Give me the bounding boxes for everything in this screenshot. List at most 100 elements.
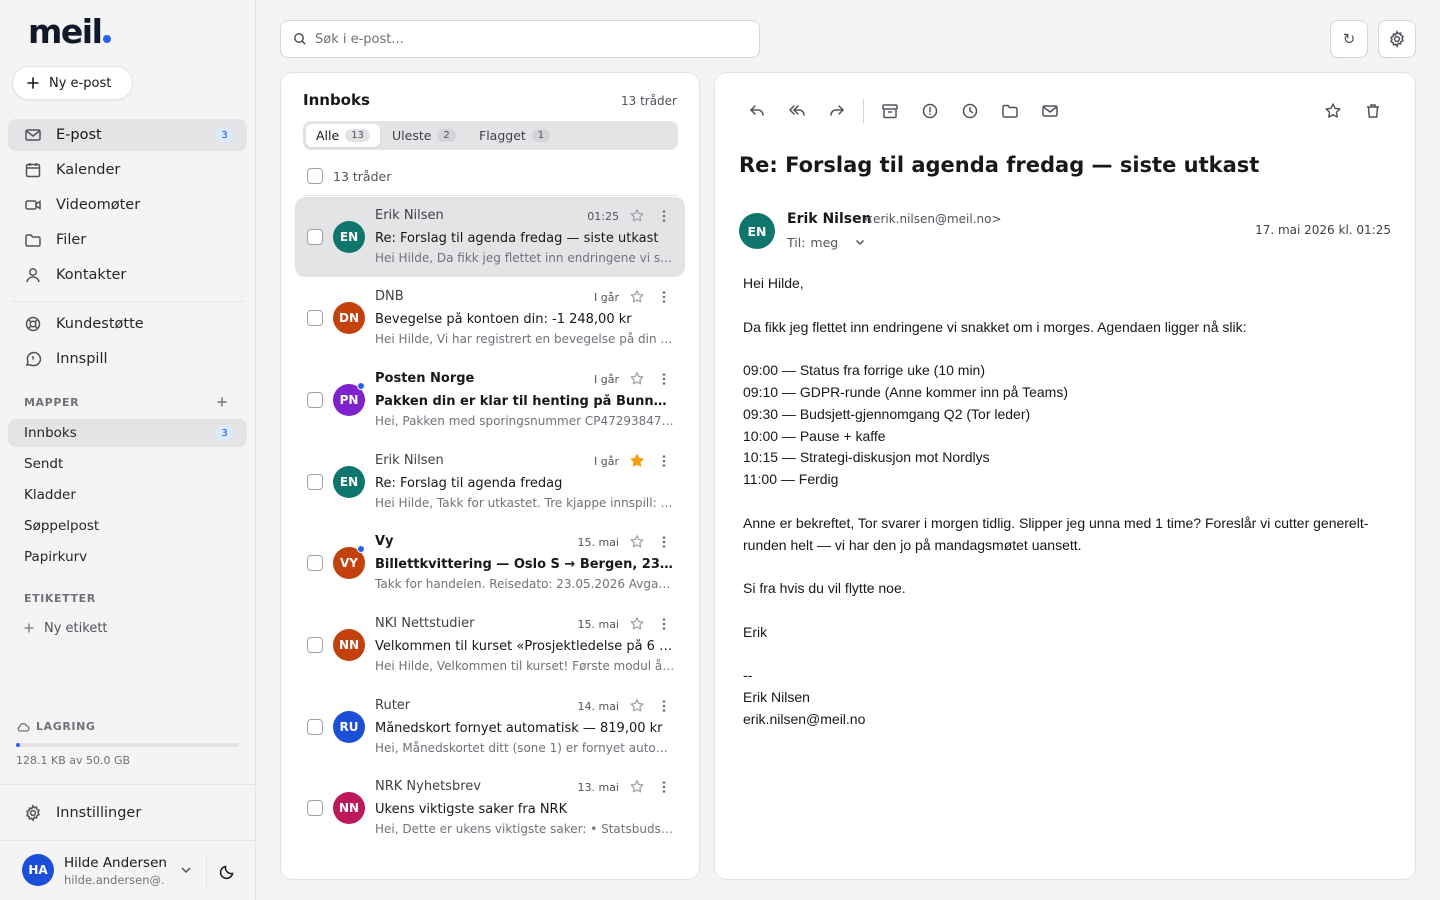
more-vertical-icon[interactable] <box>657 290 671 304</box>
folder-spam[interactable]: Søppelpost <box>8 512 247 540</box>
add-folder-icon[interactable] <box>216 396 228 408</box>
settings-button[interactable]: Innstillinger <box>8 797 247 829</box>
reply-icon[interactable] <box>747 101 767 121</box>
nav-item-calendar[interactable]: Kalender <box>8 154 247 186</box>
thread-sender: Erik Nilsen <box>375 208 444 223</box>
thread-row[interactable]: EN Erik Nilsen 01:25 Re: Forslag til agenda… <box>295 197 685 277</box>
star-icon[interactable] <box>629 779 645 795</box>
nav-label: Videomøter <box>56 197 141 213</box>
star-icon[interactable] <box>629 616 645 632</box>
nav-item-contacts[interactable]: Kontakter <box>8 259 247 291</box>
filter-unread[interactable]: Uleste 2 <box>382 124 466 147</box>
filter-count: 2 <box>437 129 456 142</box>
lifebuoy-icon <box>25 316 41 332</box>
folder-inbox[interactable]: Innboks 3 <box>8 419 247 447</box>
moon-icon[interactable] <box>219 864 235 880</box>
thread-checkbox[interactable] <box>307 392 323 408</box>
more-vertical-icon[interactable] <box>657 454 671 468</box>
thread-checkbox[interactable] <box>307 310 323 326</box>
star-icon[interactable] <box>1323 101 1343 121</box>
thread-checkbox[interactable] <box>307 637 323 653</box>
new-label-text: Ny etikett <box>44 620 108 636</box>
star-icon[interactable] <box>629 208 645 224</box>
nav-label: Filer <box>56 232 87 248</box>
search-input[interactable] <box>315 31 735 47</box>
sender-avatar: DN <box>333 302 365 334</box>
video-icon <box>25 200 41 210</box>
thread-preview: Hei Hilde, Velkommen til kurset! Første … <box>375 659 675 673</box>
folder-sent[interactable]: Sendt <box>8 450 247 478</box>
refresh-button[interactable]: ↻ <box>1330 20 1368 58</box>
more-vertical-icon[interactable] <box>657 372 671 386</box>
thread-date: 13. mai <box>577 781 619 794</box>
more-vertical-icon[interactable] <box>657 780 671 794</box>
storage-bar <box>16 743 239 747</box>
filter-flagged[interactable]: Flagget 1 <box>469 124 560 147</box>
nav-item-feedback[interactable]: Innspill <box>8 343 247 375</box>
nav-item-files[interactable]: Filer <box>8 224 247 256</box>
thread-date: 01:25 <box>587 210 619 223</box>
star-icon[interactable] <box>629 698 645 714</box>
recipients[interactable]: Til: meg <box>787 235 865 250</box>
star-icon[interactable] <box>629 371 645 387</box>
star-icon[interactable] <box>629 534 645 550</box>
thread-row[interactable]: RU Ruter 14. mai Månedskort fornyet automat… <box>295 687 685 767</box>
sender-email: <erik.nilsen@meil.no> <box>863 212 1002 226</box>
thread-checkbox[interactable] <box>307 719 323 735</box>
star-icon[interactable] <box>629 453 645 469</box>
settings-top-button[interactable] <box>1378 20 1416 58</box>
thread-row[interactable]: EN Erik Nilsen I går Re: Forslag til agenda… <box>295 442 685 522</box>
archive-icon[interactable] <box>880 101 900 121</box>
calendar-icon <box>25 163 41 178</box>
sender-name[interactable]: Erik Nilsen <box>787 211 872 227</box>
thread-checkbox[interactable] <box>307 800 323 816</box>
folder-drafts[interactable]: Kladder <box>8 481 247 509</box>
snooze-clock-icon[interactable] <box>960 101 980 121</box>
thread-row[interactable]: VY Vy 15. mai Billettkvittering — Oslo S → … <box>295 523 685 603</box>
thread-row[interactable]: NN NRK Nyhetsbrev 13. mai Ukens viktigste s… <box>295 768 685 848</box>
move-folder-icon[interactable] <box>1000 101 1020 121</box>
thread-row[interactable]: DN DNB I går Bevegelse på kontoen din: -1 2… <box>295 278 685 358</box>
nav-item-email[interactable]: E-post 3 <box>8 119 247 151</box>
compose-button[interactable]: Ny e-post <box>12 66 133 100</box>
chevron-down-icon[interactable] <box>180 866 192 874</box>
new-label-button[interactable]: Ny etikett <box>8 614 247 642</box>
thread-preview: Hei, Dette er ukens viktigste saker: • S… <box>375 822 675 836</box>
mark-unread-icon[interactable] <box>1040 101 1060 121</box>
search-bar[interactable] <box>280 20 760 58</box>
chevron-down-icon[interactable] <box>855 239 865 246</box>
thread-row[interactable]: PN Posten Norge I går Pakken din er klar ti… <box>295 360 685 440</box>
forward-icon[interactable] <box>827 101 847 121</box>
user-menu[interactable]: HA Hilde Andersen hilde.andersen@... <box>0 842 255 900</box>
trash-icon[interactable] <box>1363 101 1383 121</box>
thread-row[interactable]: NN NKI Nettstudier 15. mai Velkommen til ku… <box>295 605 685 685</box>
star-icon[interactable] <box>629 289 645 305</box>
settings-label: Innstillinger <box>56 805 142 821</box>
nav-item-support[interactable]: Kundestøtte <box>8 308 247 340</box>
thread-date: 14. mai <box>577 700 619 713</box>
folder-label: Innboks <box>24 425 77 441</box>
app-logo[interactable]: meil <box>28 12 112 51</box>
to-value: meg <box>810 235 839 250</box>
more-vertical-icon[interactable] <box>657 617 671 631</box>
more-vertical-icon[interactable] <box>657 535 671 549</box>
thread-date: 15. mai <box>577 618 619 631</box>
more-vertical-icon[interactable] <box>657 699 671 713</box>
storage-fill <box>16 743 21 747</box>
thread-checkbox[interactable] <box>307 229 323 245</box>
reply-all-icon[interactable] <box>787 101 807 121</box>
storage-heading-text: LAGRING <box>36 720 96 733</box>
select-all-checkbox[interactable] <box>307 168 323 184</box>
nav-item-video[interactable]: Videomøter <box>8 189 247 221</box>
report-icon[interactable] <box>920 101 940 121</box>
folder-trash[interactable]: Papirkurv <box>8 543 247 571</box>
thread-subject: Pakken din er klar til henting på Bunnpr… <box>375 394 675 409</box>
thread-checkbox[interactable] <box>307 555 323 571</box>
more-vertical-icon[interactable] <box>657 209 671 223</box>
filter-label: Uleste <box>392 128 432 143</box>
thread-checkbox[interactable] <box>307 474 323 490</box>
filter-all[interactable]: Alle 13 <box>306 124 380 147</box>
folder-label: Sendt <box>24 456 64 472</box>
